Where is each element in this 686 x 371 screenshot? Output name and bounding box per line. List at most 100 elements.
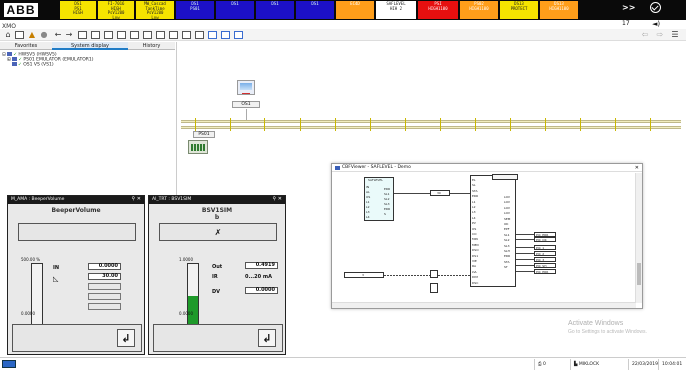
pin-label: SL3 [384, 202, 390, 206]
font-up-icon[interactable] [208, 31, 217, 39]
layout-icon[interactable] [182, 31, 191, 39]
network-bus-2 [181, 126, 681, 129]
alarm-cell[interactable]: DS1 PS01 [176, 1, 214, 19]
alarm-cell[interactable]: PS02 HIGH1100 [460, 1, 498, 19]
back-arrow-icon[interactable]: ← [53, 30, 63, 40]
font-mid-icon[interactable] [221, 31, 230, 39]
alarm-cell[interactable]: DS13 HIGH1100 [540, 1, 578, 19]
app-icon [335, 166, 340, 170]
value-slot [88, 293, 121, 300]
pin-label: ERR [384, 207, 391, 211]
bus-node [475, 118, 476, 131]
pin-label: PV [472, 221, 476, 226]
wire [516, 247, 534, 248]
user-icon: ▙ [574, 362, 578, 367]
node-icon [12, 62, 17, 66]
wire [450, 193, 470, 194]
alarm-cell[interactable]: DS1 PS1 HIGH [60, 1, 96, 19]
pin-label: STA [504, 259, 510, 264]
scroll-thumb[interactable] [637, 263, 641, 285]
pin-label: ERR [384, 187, 391, 191]
trend-icon[interactable] [117, 31, 126, 39]
setpoint-value[interactable]: 30.00 [88, 273, 121, 280]
alarm-count: 17 [622, 20, 630, 27]
faceplate-icon[interactable] [91, 31, 100, 39]
group-icon[interactable] [130, 31, 139, 39]
wire [516, 265, 534, 266]
pin-label: OS [472, 226, 477, 231]
out-label: Out [212, 264, 223, 270]
taskbar-button[interactable] [2, 360, 16, 368]
manual-mode-icon[interactable]: ✗ [159, 223, 277, 241]
workstation-label: OS1 [232, 101, 260, 108]
cbf-titlebar[interactable]: CBFViewer - SAFLEVEL - Demo ✕ [332, 164, 642, 172]
alarm-cell-text: EC4D [350, 1, 360, 6]
wire [516, 271, 534, 272]
split-icon[interactable] [195, 31, 204, 39]
alarm-cell[interactable]: DS1 [216, 1, 254, 19]
close-icon[interactable]: ⚲ ✕ [132, 196, 141, 202]
level-bar [31, 263, 43, 328]
forward-arrow-icon[interactable]: → [64, 30, 74, 40]
pin-label: SEM [504, 216, 511, 221]
pin-label: LOV [504, 205, 510, 210]
font-down-icon[interactable] [234, 31, 243, 39]
user-status[interactable]: ▙ MIKLOCK [570, 359, 628, 370]
close-icon[interactable]: ✕ [635, 164, 639, 172]
controller-icon[interactable] [188, 140, 208, 154]
alarm-cell[interactable]: EC4D [336, 1, 374, 19]
nav-right-icon[interactable]: ⇨ [655, 30, 665, 40]
scale-top: 1.0000 [179, 257, 193, 262]
pin-label: L1 [366, 200, 370, 204]
value-slot [88, 283, 121, 290]
close-icon[interactable]: ⚲ ✕ [273, 196, 282, 202]
pin-label: LOV [504, 200, 510, 205]
pin-label: S [384, 212, 386, 216]
alarm-cell[interactable]: MW_Cascad TankTime PsV1200 Low [136, 1, 174, 19]
network-bus-1 [181, 120, 681, 123]
tab-favorites[interactable]: Favorites [0, 42, 52, 50]
alarm-cell[interactable]: PSI HIGH1100 [418, 1, 458, 19]
wire [516, 234, 534, 235]
tab-system-display[interactable]: System display [52, 42, 128, 50]
tab-history[interactable]: History [128, 42, 175, 50]
graphic-icon[interactable] [104, 31, 113, 39]
bus-node [615, 118, 616, 131]
acknowledge-icon[interactable] [650, 2, 661, 13]
horizontal-scrollbar[interactable] [332, 302, 636, 308]
scale-top: 500.00 % [21, 257, 41, 262]
value-slot [88, 303, 121, 310]
value-box-text: 30 [437, 191, 441, 195]
alarm-cell[interactable]: DS13 PROTECT [500, 1, 538, 19]
point-icon[interactable] [156, 31, 165, 39]
workstation-icon[interactable] [237, 80, 255, 95]
cbf-diagram: SAFLEVEL IN AL OS L1 L2 L3 L4 ERR SL1 SL2 SL3 ERR S… [332, 173, 636, 303]
menu-icon[interactable]: ☰ [670, 30, 680, 40]
tree-item-os1[interactable]: ✓ OS1 VS (VS1) [12, 62, 54, 68]
enter-button[interactable]: ↲ [258, 329, 276, 347]
speaker-icon[interactable]: ◄) [652, 20, 660, 28]
home-icon[interactable]: ⌂ [3, 30, 13, 40]
alarm-cell[interactable]: FI-7016 HIGH PsV1200 Low [98, 1, 134, 19]
alarm-cell[interactable]: SAFLEVEL HIH 2 [376, 1, 416, 19]
alarm-cell[interactable]: DS1 [256, 1, 294, 19]
list-icon[interactable] [143, 31, 152, 39]
small-block [430, 270, 438, 278]
zoom-icon[interactable] [169, 31, 178, 39]
enter-button[interactable]: ↲ [117, 329, 135, 347]
printer-status[interactable]: ⎙ 0 [534, 359, 570, 370]
pin-label: L2 [472, 205, 476, 209]
display-icon[interactable] [15, 31, 24, 39]
bus-node [580, 118, 581, 131]
alarm-cell[interactable]: DS1 [296, 1, 334, 19]
alarm-triangle-icon[interactable]: ▲ [27, 30, 37, 40]
pin-label: SL [472, 183, 476, 188]
nav-left-icon[interactable]: ⇦ [640, 30, 650, 40]
alarm-scroll-button[interactable]: >> [622, 3, 635, 12]
alarm-strip [0, 20, 686, 29]
ir-value: 0...20 mA [245, 274, 272, 280]
info-icon[interactable]: ● [39, 30, 49, 40]
alarm-cell-text: HIH 2 [389, 5, 403, 11]
overview-icon[interactable] [78, 31, 87, 39]
vertical-scrollbar[interactable] [635, 173, 642, 303]
